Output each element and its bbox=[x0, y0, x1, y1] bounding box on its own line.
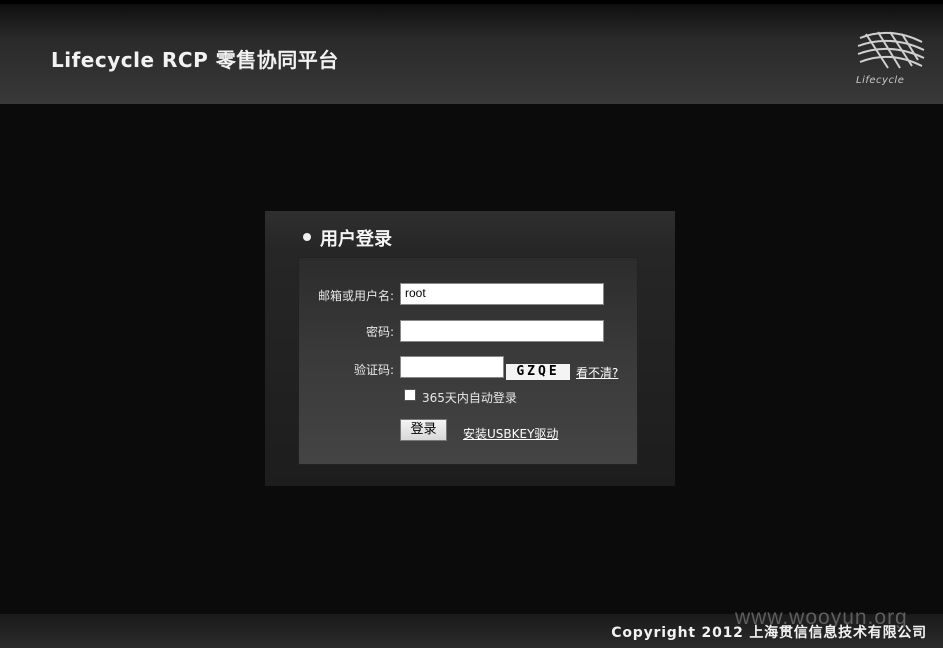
username-field[interactable]: root bbox=[400, 283, 604, 305]
password-field[interactable] bbox=[400, 320, 604, 342]
app-title: Lifecycle RCP 零售协同平台 bbox=[51, 48, 339, 72]
captcha-field[interactable] bbox=[400, 356, 504, 378]
logo-text: Lifecycle bbox=[856, 75, 905, 86]
bullet-icon bbox=[303, 233, 311, 241]
install-usbkey-link[interactable]: 安装USBKEY驱动 bbox=[463, 425, 558, 442]
login-button[interactable]: 登录 bbox=[400, 419, 447, 441]
remember-checkbox[interactable] bbox=[404, 389, 416, 401]
captcha-label: 验证码: bbox=[353, 363, 394, 377]
password-label: 密码: bbox=[365, 325, 394, 339]
copyright-text: Copyright 2012 上海贯信信息技术有限公司 bbox=[611, 625, 927, 641]
refresh-captcha-link[interactable]: 看不清? bbox=[576, 364, 618, 381]
remember-label: 365天内自动登录 bbox=[422, 391, 517, 405]
login-panel-title: 用户登录 bbox=[320, 229, 392, 250]
username-label: 邮箱或用户名: bbox=[317, 289, 394, 303]
captcha-image[interactable]: GZQE bbox=[506, 364, 570, 380]
